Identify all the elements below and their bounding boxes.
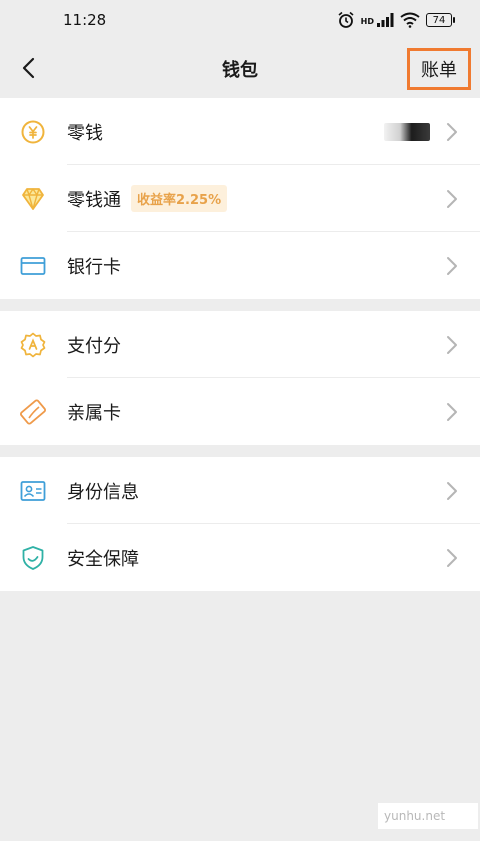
- page-title: 钱包: [222, 60, 258, 81]
- wallet-group-funds: 零钱 零钱通 收益率2.25% 银行卡: [0, 98, 480, 299]
- row-label: 身份信息: [67, 481, 139, 503]
- row-security[interactable]: 安全保障: [0, 524, 480, 591]
- row-pay-score[interactable]: 支付分: [0, 311, 480, 378]
- shield-icon: [19, 544, 47, 572]
- hd-label: HD: [360, 17, 374, 26]
- row-lingqiantong[interactable]: 零钱通 收益率2.25%: [0, 165, 480, 232]
- watermark: yunhu.net: [378, 803, 478, 829]
- bill-button[interactable]: 账单: [407, 48, 471, 90]
- signal-icon: [377, 13, 394, 27]
- chevron-right-icon: [447, 403, 457, 421]
- bill-label: 账单: [421, 60, 457, 81]
- diamond-icon: [19, 185, 47, 213]
- chevron-right-icon: [447, 190, 457, 208]
- row-identity[interactable]: 身份信息: [0, 457, 480, 524]
- row-bank-card[interactable]: 银行卡: [0, 232, 480, 299]
- id-card-icon: [19, 477, 47, 505]
- family-card-icon: [19, 398, 47, 426]
- chevron-right-icon: [447, 482, 457, 500]
- row-label: 零钱通: [67, 189, 121, 211]
- row-label: 亲属卡: [67, 402, 121, 424]
- chevron-right-icon: [447, 336, 457, 354]
- coin-icon: [19, 118, 47, 146]
- battery-indicator: 74: [426, 13, 455, 27]
- row-label: 零钱: [67, 122, 103, 144]
- card-icon: [19, 252, 47, 280]
- row-label: 银行卡: [67, 256, 121, 278]
- group-gap: [0, 445, 480, 457]
- row-change[interactable]: 零钱: [0, 98, 480, 165]
- wallet-group-services: 支付分 亲属卡: [0, 311, 480, 445]
- score-badge-icon: [19, 331, 47, 359]
- wifi-icon: [400, 12, 420, 28]
- group-gap: [0, 299, 480, 311]
- row-family-card[interactable]: 亲属卡: [0, 378, 480, 445]
- status-icons: HD 74: [337, 11, 455, 29]
- yield-badge: 收益率2.25%: [131, 185, 228, 212]
- alarm-icon: [338, 11, 354, 28]
- wallet-group-security: 身份信息 安全保障: [0, 457, 480, 591]
- chevron-right-icon: [447, 123, 457, 141]
- row-label: 支付分: [67, 335, 121, 357]
- back-button[interactable]: [14, 53, 42, 83]
- chevron-right-icon: [447, 549, 457, 567]
- chevron-left-icon: [22, 57, 35, 79]
- chevron-right-icon: [447, 257, 457, 275]
- status-time: 11:28: [63, 11, 107, 29]
- status-bar: 11:28 HD 74: [0, 0, 480, 40]
- nav-bar: 钱包 账单: [0, 40, 480, 98]
- balance-masked: [384, 123, 430, 141]
- row-label: 安全保障: [67, 548, 139, 570]
